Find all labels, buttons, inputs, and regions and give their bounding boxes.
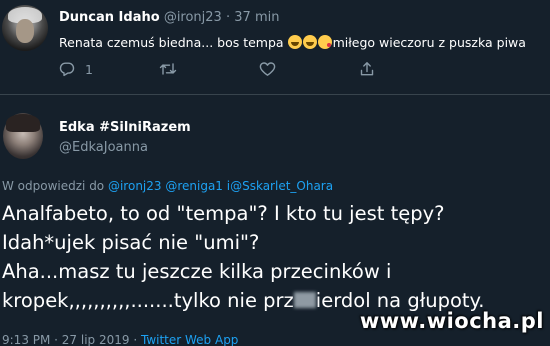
author-handle[interactable]: @EdkaJoanna [59,139,148,157]
tweet-timestamp[interactable]: 9:13 PM · 27 lip 2019 · [2,333,141,346]
reply-button[interactable]: 1 [59,58,93,80]
tweet-duncan[interactable]: Duncan Idaho @ironj23 · 37 min Renata cz… [0,0,550,95]
reply-mentions-link[interactable]: @ironj23 @reniga1 i@Sskarlet_Ohara [108,179,333,193]
avatar-face [16,19,34,43]
reply-count: 1 [85,61,93,77]
retweet-icon [159,63,177,75]
tweet-header: Duncan Idaho @ironj23 · 37 min [59,9,279,27]
dot-separator: · [225,10,231,25]
tweet-footer: 9:13 PM · 27 lip 2019 · Twitter Web App [2,332,238,346]
reply-context: W odpowiedzi do @ironj23 @reniga1 i@Sska… [2,178,333,194]
tweet-source-link[interactable]: Twitter Web App [141,333,238,346]
tweet-text-start: Renata czemuś biedna... bos tempa [59,35,288,50]
face-blowing-kiss-emoji [317,35,332,49]
watermark: www.wiocha.pl [359,309,544,333]
grinning-face-emoji [287,35,302,49]
tweet-body-line: Aha...masz tu jeszcze kilka przecinków i [2,260,392,283]
share-icon [360,62,374,76]
author-name[interactable]: Duncan Idaho [59,10,160,25]
reply-icon [59,62,75,77]
share-button[interactable] [359,58,375,80]
tweet-body: Analfabeto, to od "tempa"? I kto tu jest… [2,199,550,315]
avatar-hair [6,114,40,132]
reply-context-prefix: W odpowiedzi do [2,179,108,193]
tweet-actions: 1 [59,58,389,80]
twitter-thread-screenshot: Duncan Idaho @ironj23 · 37 min Renata cz… [0,0,550,346]
grinning-face-emoji [302,35,317,49]
like-button[interactable] [259,58,276,80]
tweet-body-line-start: kropek,,,,,,,,,,.......tylko nie prz [2,289,294,312]
author-handle[interactable]: @ironj23 [164,10,222,25]
retweet-button[interactable] [159,58,177,80]
avatar[interactable] [2,5,48,51]
tweet-text-end: miłego wieczoru z puszka piwa [332,35,526,50]
tweet-body-line: Analfabeto, to od "tempa"? I kto tu jest… [2,202,445,225]
censor-blur [293,292,316,308]
author-name[interactable]: Edka #SilniRazem [59,119,191,137]
tweet-time[interactable]: 37 min [234,10,279,25]
tweet-text: Renata czemuś biedna... bos tempa miłego… [59,34,550,52]
tweet-body-line: Idah*ujek pisać nie "umi"? [2,231,260,254]
avatar[interactable] [3,113,43,159]
heart-icon [259,62,276,76]
